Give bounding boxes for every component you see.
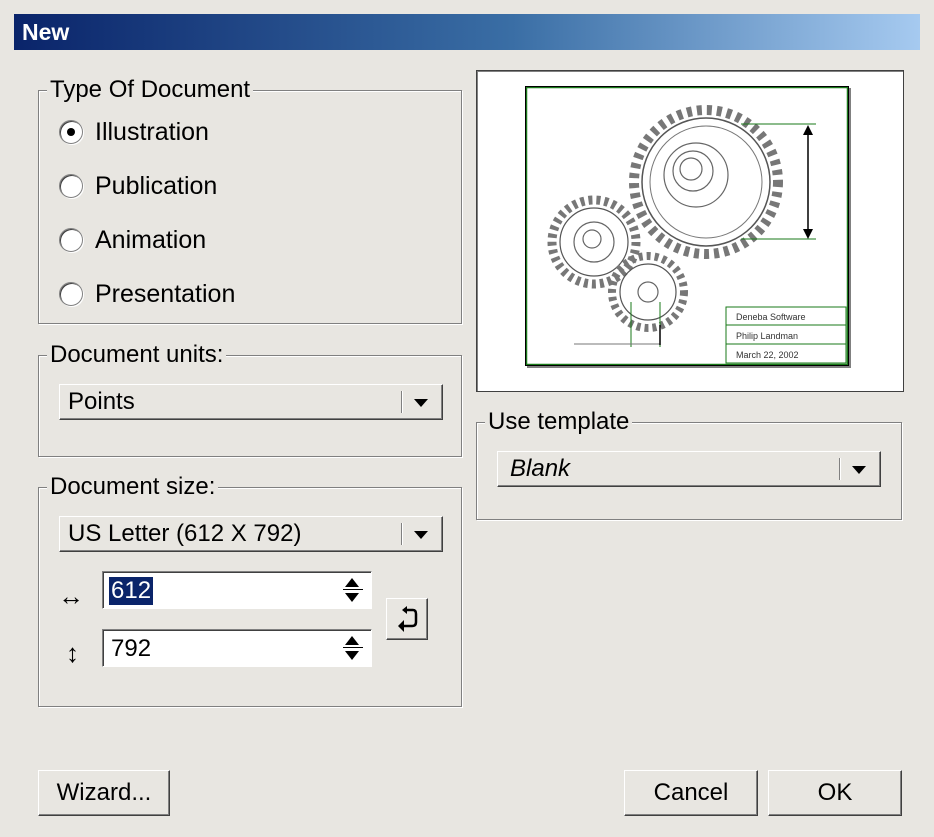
document-size-legend: Document size: <box>47 473 219 501</box>
combo-separator <box>401 391 402 413</box>
title-block-line: Philip Landman <box>736 331 798 341</box>
gears-drawing: Deneba Software Philip Landman March 22,… <box>526 87 848 365</box>
title-block-line: March 22, 2002 <box>736 350 799 360</box>
document-units-select[interactable]: Points <box>59 384 443 420</box>
height-input[interactable]: 792 <box>102 629 372 667</box>
type-of-document-group: Type Of Document Illustration Publicatio… <box>38 76 462 324</box>
use-template-value: Blank <box>510 455 571 482</box>
type-of-document-legend: Type Of Document <box>47 76 254 104</box>
width-input[interactable]: 612 <box>102 571 372 609</box>
preview-page: Deneba Software Philip Landman March 22,… <box>525 86 849 366</box>
use-template-select[interactable]: Blank <box>497 451 881 487</box>
vertical-double-arrow-icon: ↕ <box>66 638 79 668</box>
chevron-down-icon[interactable] <box>852 466 866 474</box>
radio-label: Presentation <box>95 279 236 308</box>
radio-publication[interactable]: Publication <box>59 171 217 201</box>
ok-button[interactable]: OK <box>768 770 902 816</box>
combo-separator <box>401 523 402 545</box>
radio-button[interactable] <box>59 174 83 198</box>
document-size-select[interactable]: US Letter (612 X 792) <box>59 516 443 552</box>
radio-button[interactable] <box>59 282 83 306</box>
radio-animation[interactable]: Animation <box>59 225 206 255</box>
radio-presentation[interactable]: Presentation <box>59 279 235 309</box>
radio-illustration[interactable]: Illustration <box>59 117 209 147</box>
height-stepper[interactable] <box>339 634 367 662</box>
chevron-down-icon[interactable] <box>414 399 428 407</box>
new-document-dialog: Type Of Document Illustration Publicatio… <box>14 50 920 837</box>
title-bar[interactable]: New <box>14 14 920 50</box>
radio-label: Illustration <box>95 117 209 146</box>
horizontal-double-arrow-icon: ↔ <box>58 581 84 611</box>
combo-separator <box>839 458 840 480</box>
document-units-legend: Document units: <box>47 341 227 369</box>
width-value: 612 <box>109 577 154 605</box>
wizard-button[interactable]: Wizard... <box>38 770 170 816</box>
document-size-value: US Letter (612 X 792) <box>68 520 302 547</box>
cancel-button[interactable]: Cancel <box>624 770 758 816</box>
document-preview: Deneba Software Philip Landman March 22,… <box>476 70 904 392</box>
swap-orientation-button[interactable] <box>386 598 428 640</box>
document-units-value: Points <box>68 388 135 415</box>
radio-button-checked[interactable] <box>59 120 83 144</box>
use-template-group: Use template Blank <box>476 408 902 520</box>
height-value: 792 <box>111 635 152 662</box>
window-title: New <box>22 19 70 45</box>
radio-label: Animation <box>95 225 207 254</box>
radio-label: Publication <box>95 171 218 200</box>
title-block-line: Deneba Software <box>736 312 806 322</box>
radio-button[interactable] <box>59 228 83 252</box>
chevron-down-icon[interactable] <box>414 531 428 539</box>
width-stepper[interactable] <box>339 576 367 604</box>
use-template-legend: Use template <box>485 408 633 436</box>
rotate-orientation-icon <box>398 606 418 632</box>
document-units-group: Document units: Points <box>38 341 462 457</box>
